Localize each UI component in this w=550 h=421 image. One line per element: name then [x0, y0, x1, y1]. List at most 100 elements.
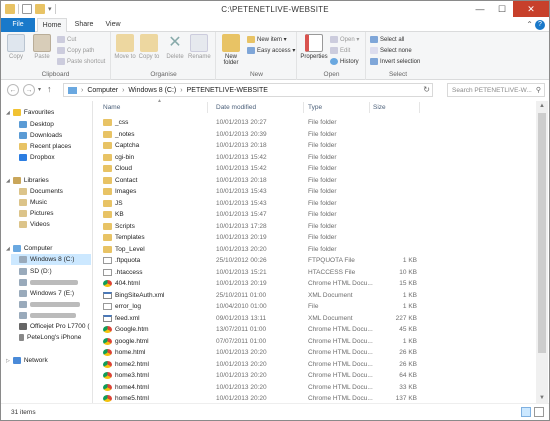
nav-item-music[interactable]: Music: [19, 197, 47, 208]
paste-shortcut-button[interactable]: Paste shortcut: [57, 57, 105, 66]
nav-item-blurred-drive[interactable]: [19, 310, 76, 321]
file-row[interactable]: JS 10/01/2013 15:43 File folder: [97, 198, 533, 210]
file-row[interactable]: home2.html 10/01/2013 20:20 Chrome HTML Do…: [97, 359, 533, 371]
nav-item-videos[interactable]: Videos: [19, 219, 50, 230]
search-icon[interactable]: ⚲: [536, 86, 541, 94]
column-divider[interactable]: [303, 102, 304, 113]
nav-item-desktop[interactable]: Desktop: [19, 119, 54, 130]
file-row[interactable]: KB 10/01/2013 15:47 File folder: [97, 209, 533, 221]
nav-item-sd-d[interactable]: SD (D:): [19, 266, 52, 277]
file-row[interactable]: feed.xml 09/01/2013 13:11 XML Document 227 …: [97, 313, 533, 325]
large-icons-view-icon[interactable]: [534, 407, 544, 417]
column-divider[interactable]: [207, 102, 208, 113]
file-row[interactable]: .ftpquota 25/10/2012 00:26 FTPQUOTA File 1 …: [97, 255, 533, 267]
copy-path-button[interactable]: Copy path: [57, 46, 94, 55]
refresh-icon[interactable]: ↻: [423, 85, 430, 94]
nav-item-windows8-c[interactable]: Windows 8 (C:): [11, 254, 91, 265]
nav-item-printer[interactable]: Officejet Pro L7700 (: [19, 321, 90, 332]
file-row[interactable]: .htaccess 10/01/2013 15:21 HTACCESS File 10…: [97, 267, 533, 279]
nav-item-downloads[interactable]: Downloads: [19, 130, 62, 141]
file-row[interactable]: Templates 10/01/2013 20:19 File folder: [97, 232, 533, 244]
file-row[interactable]: home.html 10/01/2013 20:20 Chrome HTML Doc…: [97, 347, 533, 359]
properties-button[interactable]: Properties: [300, 34, 328, 60]
column-divider[interactable]: [369, 102, 370, 113]
breadcrumb-folder[interactable]: PETENETLIVE-WEBSITE: [187, 87, 268, 94]
nav-item-windows7-e[interactable]: Windows 7 (E:): [19, 288, 74, 299]
easy-access-button[interactable]: Easy access ▾: [247, 46, 295, 55]
file-row[interactable]: cgi-bin 10/01/2013 15:42 File folder: [97, 152, 533, 164]
open-button[interactable]: Open ▾: [330, 35, 359, 44]
collapse-arrow-icon[interactable]: ◢: [6, 246, 10, 252]
nav-favourites[interactable]: ◢ Favourites: [6, 107, 54, 118]
file-row[interactable]: error_log 10/04/2010 01:00 File 1 KB: [97, 301, 533, 313]
address-bar[interactable]: › Computer › Windows 8 (C:) › PETENETLIV…: [63, 83, 433, 97]
copy-button[interactable]: Copy: [5, 34, 27, 60]
file-row[interactable]: Images 10/01/2013 15:43 File folder: [97, 186, 533, 198]
scroll-up-icon[interactable]: ▲: [536, 101, 548, 111]
recent-locations-icon[interactable]: ▾: [38, 86, 41, 93]
collapse-arrow-icon[interactable]: ◢: [6, 178, 10, 184]
tab-share[interactable]: Share: [71, 18, 97, 32]
search-box[interactable]: Search PETENETLIVE-W... ⚲: [447, 83, 545, 97]
new-folder-button[interactable]: New folder: [219, 34, 243, 66]
rename-button[interactable]: Rename: [188, 34, 211, 60]
move-to-button[interactable]: Move to: [114, 34, 136, 60]
nav-network[interactable]: ▷ Network: [6, 355, 48, 366]
breadcrumb-computer[interactable]: Computer: [87, 87, 118, 94]
file-row[interactable]: Google.htm 13/07/2011 01:00 Chrome HTML Do…: [97, 324, 533, 336]
collapse-arrow-icon[interactable]: ◢: [6, 110, 10, 116]
file-row[interactable]: BingSiteAuth.xml 25/10/2011 01:00 XML Docu…: [97, 290, 533, 302]
tab-file[interactable]: File: [1, 18, 35, 32]
file-row[interactable]: 404.html 10/01/2013 20:19 Chrome HTML Docu…: [97, 278, 533, 290]
invert-selection-button[interactable]: Invert selection: [370, 57, 420, 66]
file-row[interactable]: home3.html 10/01/2013 20:20 Chrome HTML Do…: [97, 370, 533, 382]
nav-item-blurred-drive[interactable]: [19, 299, 80, 310]
maximize-button[interactable]: ☐: [491, 1, 513, 17]
new-item-button[interactable]: New item ▾: [247, 35, 287, 44]
edit-button[interactable]: Edit: [330, 46, 350, 55]
nav-item-dropbox[interactable]: Dropbox: [19, 152, 55, 163]
ribbon-collapse-icon[interactable]: ⌃: [526, 20, 533, 29]
nav-item-documents[interactable]: Documents: [19, 186, 63, 197]
column-header-date[interactable]: Date modified: [216, 101, 256, 114]
vertical-scrollbar[interactable]: ▲ ▼: [536, 101, 548, 403]
file-row[interactable]: Captcha 10/01/2013 20:18 File folder: [97, 140, 533, 152]
scroll-thumb[interactable]: [538, 113, 546, 353]
column-divider[interactable]: [419, 102, 420, 113]
nav-computer[interactable]: ◢ Computer: [6, 243, 52, 254]
nav-item-iphone[interactable]: PeteLong's iPhone: [19, 332, 81, 343]
collapse-arrow-icon[interactable]: ▷: [6, 358, 10, 364]
file-row[interactable]: Contact 10/01/2013 20:18 File folder: [97, 175, 533, 187]
column-header-type[interactable]: Type: [308, 101, 322, 114]
select-none-button[interactable]: Select none: [370, 46, 412, 55]
nav-libraries[interactable]: ◢ Libraries: [6, 175, 49, 186]
nav-item-blurred-drive[interactable]: [19, 277, 78, 288]
select-all-button[interactable]: Select all: [370, 35, 404, 44]
forward-button[interactable]: →: [23, 84, 35, 96]
column-header-size[interactable]: Size: [373, 101, 386, 114]
history-button[interactable]: History: [330, 57, 359, 66]
breadcrumb-drive[interactable]: Windows 8 (C:): [128, 87, 176, 94]
paste-button[interactable]: Paste: [31, 34, 53, 60]
tab-view[interactable]: View: [101, 18, 125, 32]
file-row[interactable]: Scripts 10/01/2013 17:28 File folder: [97, 221, 533, 233]
file-row[interactable]: Top_Level 10/01/2013 20:20 File folder: [97, 244, 533, 256]
scroll-down-icon[interactable]: ▼: [536, 393, 548, 403]
file-row[interactable]: _notes 10/01/2013 20:39 File folder: [97, 129, 533, 141]
copy-to-button[interactable]: Copy to: [138, 34, 160, 60]
minimize-button[interactable]: —: [469, 1, 491, 17]
back-button[interactable]: ←: [7, 84, 19, 96]
close-button[interactable]: ✕: [513, 1, 549, 17]
tab-home[interactable]: Home: [37, 18, 67, 33]
nav-item-pictures[interactable]: Pictures: [19, 208, 53, 219]
nav-item-recent-places[interactable]: Recent places: [19, 141, 71, 152]
file-row[interactable]: google.html 07/07/2011 01:00 Chrome HTML D…: [97, 336, 533, 348]
file-row[interactable]: home4.html 10/01/2013 20:20 Chrome HTML Do…: [97, 382, 533, 394]
file-row[interactable]: Cloud 10/01/2013 15:42 File folder: [97, 163, 533, 175]
details-view-icon[interactable]: [521, 407, 531, 417]
up-button[interactable]: ↑: [47, 84, 52, 94]
delete-button[interactable]: ✕ Delete: [164, 34, 186, 60]
file-row[interactable]: _css 10/01/2013 20:27 File folder: [97, 117, 533, 129]
column-header-name[interactable]: Name: [103, 101, 120, 114]
help-icon[interactable]: ?: [535, 20, 545, 30]
